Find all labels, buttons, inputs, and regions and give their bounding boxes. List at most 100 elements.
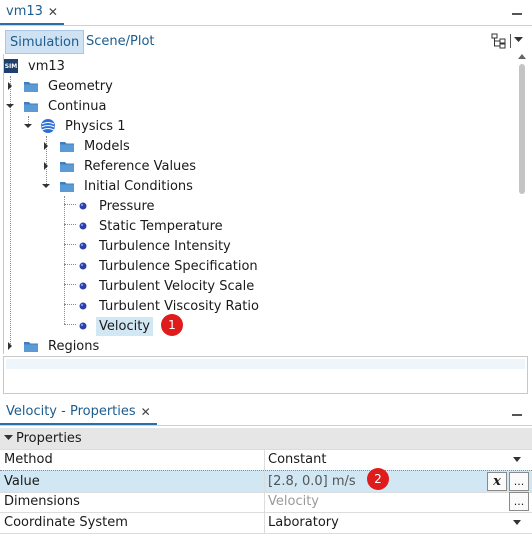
tree-item-continua[interactable]: Continua — [4, 96, 109, 116]
tab-vm13-label: vm13 — [6, 4, 43, 19]
description-strip — [6, 359, 525, 369]
expression-button[interactable]: x — [487, 472, 507, 491]
tree-item-physics-1[interactable]: Physics 1 — [22, 116, 128, 136]
tree-item-regions[interactable]: Regions — [4, 336, 102, 354]
property-name: Value — [4, 474, 40, 489]
method-select[interactable]: Constant — [268, 449, 326, 470]
toolbar-separator — [510, 34, 511, 48]
tree-item-geometry[interactable]: Geometry — [4, 76, 116, 96]
close-icon[interactable]: ✕ — [48, 5, 58, 19]
property-row-coordinate-system[interactable]: Coordinate System Laboratory — [0, 512, 532, 534]
property-row-value[interactable]: Value [2.8, 0.0] m/s x ... — [0, 470, 532, 493]
tree-line — [64, 224, 76, 225]
physics-continuum-icon — [41, 119, 55, 133]
tab-velocity-properties[interactable]: Velocity - Properties ✕ — [0, 400, 157, 425]
tree-item-velocity[interactable]: Velocity — [78, 316, 153, 336]
chevron-right-icon[interactable] — [5, 81, 15, 91]
simulation-tab-bar: vm13 ✕ — [0, 0, 532, 25]
tree-item-turbulent-velocity-scale[interactable]: Turbulent Velocity Scale — [78, 276, 257, 296]
ellipsis-icon: ... — [513, 495, 525, 508]
simulation-tree: SIM vm13 Geometry Continua Physics 1 Mod… — [3, 54, 528, 354]
property-name: Coordinate System — [4, 515, 128, 530]
tab-simulation-label: Simulation — [10, 34, 80, 50]
more-button[interactable]: ... — [509, 472, 529, 491]
property-group-header[interactable]: Properties — [0, 428, 532, 450]
tree-item-label: Reference Values — [84, 158, 197, 174]
bullet-icon — [79, 202, 87, 210]
tree-item-initial-conditions[interactable]: Initial Conditions — [40, 176, 196, 196]
more-button[interactable]: ... — [509, 492, 529, 511]
folder-icon — [60, 182, 74, 192]
tab-vm13[interactable]: vm13 ✕ — [0, 0, 64, 25]
tree-line — [64, 304, 76, 305]
tree-item-label: Models — [84, 138, 130, 154]
column-divider — [264, 449, 265, 470]
tree-item-reference-values[interactable]: Reference Values — [40, 156, 199, 176]
tree-item-turbulence-specification[interactable]: Turbulence Specification — [78, 256, 261, 276]
scrollbar-thumb[interactable] — [519, 64, 525, 194]
chevron-down-icon[interactable] — [514, 37, 523, 43]
minimize-icon[interactable] — [512, 414, 522, 416]
dropdown-arrow-icon[interactable] — [513, 520, 521, 525]
coordinate-system-select[interactable]: Laboratory — [268, 512, 339, 533]
tree-item-vm13[interactable]: SIM vm13 — [4, 56, 68, 76]
tree-item-turbulent-viscosity-ratio[interactable]: Turbulent Viscosity Ratio — [78, 296, 262, 316]
tree-item-label: Turbulence Intensity — [99, 238, 231, 254]
property-name: Method — [4, 452, 53, 467]
badge-number: 1 — [168, 318, 176, 332]
bullet-icon — [79, 222, 87, 230]
tree-toolbar: Simulation Scene/Plot — [0, 28, 532, 54]
tree-item-label: Turbulence Specification — [99, 258, 258, 274]
expression-icon: x — [493, 474, 501, 489]
folder-icon — [60, 142, 74, 152]
tree-item-label: Physics 1 — [65, 118, 126, 134]
tree-item-static-temperature[interactable]: Static Temperature — [78, 216, 226, 236]
tab-simulation[interactable]: Simulation — [5, 30, 85, 54]
chevron-down-icon[interactable] — [23, 121, 33, 131]
minimize-icon[interactable] — [512, 13, 522, 15]
chevron-down-icon[interactable] — [41, 181, 51, 191]
properties-tab-bar: Velocity - Properties ✕ — [0, 400, 532, 425]
bullet-icon — [79, 262, 87, 270]
tree-item-turbulence-intensity[interactable]: Turbulence Intensity — [78, 236, 234, 256]
value-field[interactable]: [2.8, 0.0] m/s — [268, 471, 356, 492]
chevron-right-icon[interactable] — [41, 141, 51, 151]
chevron-down-icon[interactable] — [4, 435, 13, 441]
tree-item-pressure[interactable]: Pressure — [78, 196, 158, 216]
column-divider — [264, 471, 265, 492]
tree-line — [64, 244, 76, 245]
tree-item-models[interactable]: Models — [40, 136, 133, 156]
tree-line — [64, 264, 76, 265]
tree-item-label: Velocity — [96, 316, 153, 336]
tree-item-label: Turbulent Viscosity Ratio — [99, 298, 259, 314]
divider — [0, 25, 532, 26]
dropdown-arrow-icon[interactable] — [513, 457, 521, 462]
tree-item-label: Static Temperature — [99, 218, 223, 234]
close-icon[interactable]: ✕ — [141, 405, 151, 419]
annotation-badge-1: 1 — [161, 314, 183, 336]
property-row-method[interactable]: Method Constant — [0, 449, 532, 471]
chevron-down-icon[interactable] — [5, 101, 15, 111]
tree-layout-icon[interactable] — [491, 33, 507, 49]
tree-item-label: Geometry — [48, 78, 113, 94]
tree-item-label: Turbulent Velocity Scale — [99, 278, 255, 294]
tree-line — [64, 204, 76, 205]
tree-item-label: Continua — [48, 98, 107, 114]
tree-item-label: vm13 — [28, 58, 65, 74]
property-row-dimensions[interactable]: Dimensions Velocity ... — [0, 491, 532, 513]
bullet-icon — [79, 322, 87, 330]
tab-scene-plot[interactable]: Scene/Plot — [82, 30, 159, 52]
chevron-right-icon[interactable] — [41, 161, 51, 171]
divider — [0, 425, 532, 426]
tree-scrollbar[interactable] — [516, 54, 528, 354]
scroll-up-icon[interactable] — [518, 54, 526, 59]
bullet-icon — [79, 282, 87, 290]
folder-icon — [24, 82, 38, 92]
column-divider — [264, 491, 265, 512]
property-name: Dimensions — [4, 494, 80, 509]
bullet-icon — [79, 242, 87, 250]
tab-velocity-properties-label: Velocity - Properties — [6, 404, 136, 419]
chevron-right-icon[interactable] — [5, 341, 15, 351]
description-pane — [3, 356, 528, 394]
bullet-icon — [79, 302, 87, 310]
